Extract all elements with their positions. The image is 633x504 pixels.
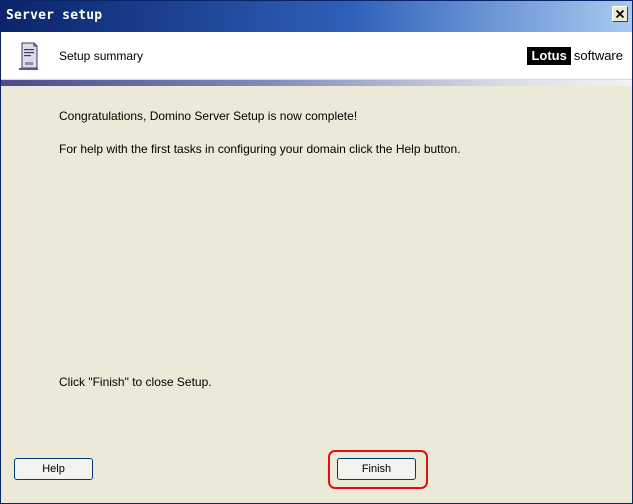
finish-button[interactable]: Finish	[337, 458, 416, 480]
finish-instruction: Click "Finish" to close Setup.	[59, 375, 212, 389]
logo-word-lotus: Lotus	[527, 47, 571, 65]
page-title: Setup summary	[59, 49, 144, 63]
window-title: Server setup	[6, 8, 103, 23]
title-bar[interactable]: Server setup	[1, 1, 632, 32]
help-button[interactable]: Help	[14, 458, 93, 480]
header-gradient-bar	[1, 80, 632, 86]
server-icon	[19, 42, 38, 70]
close-icon	[616, 10, 624, 18]
help-hint-message: For help with the first tasks in configu…	[59, 142, 461, 156]
completion-message: Congratulations, Domino Server Setup is …	[59, 109, 358, 123]
close-button[interactable]	[612, 6, 628, 22]
lotus-software-logo: Lotus software	[527, 47, 623, 65]
header-panel: Setup summary Lotus software	[1, 32, 632, 79]
logo-word-software: software	[573, 48, 623, 63]
server-setup-window: Server setup Setup summary Lotus softwar…	[0, 0, 633, 504]
